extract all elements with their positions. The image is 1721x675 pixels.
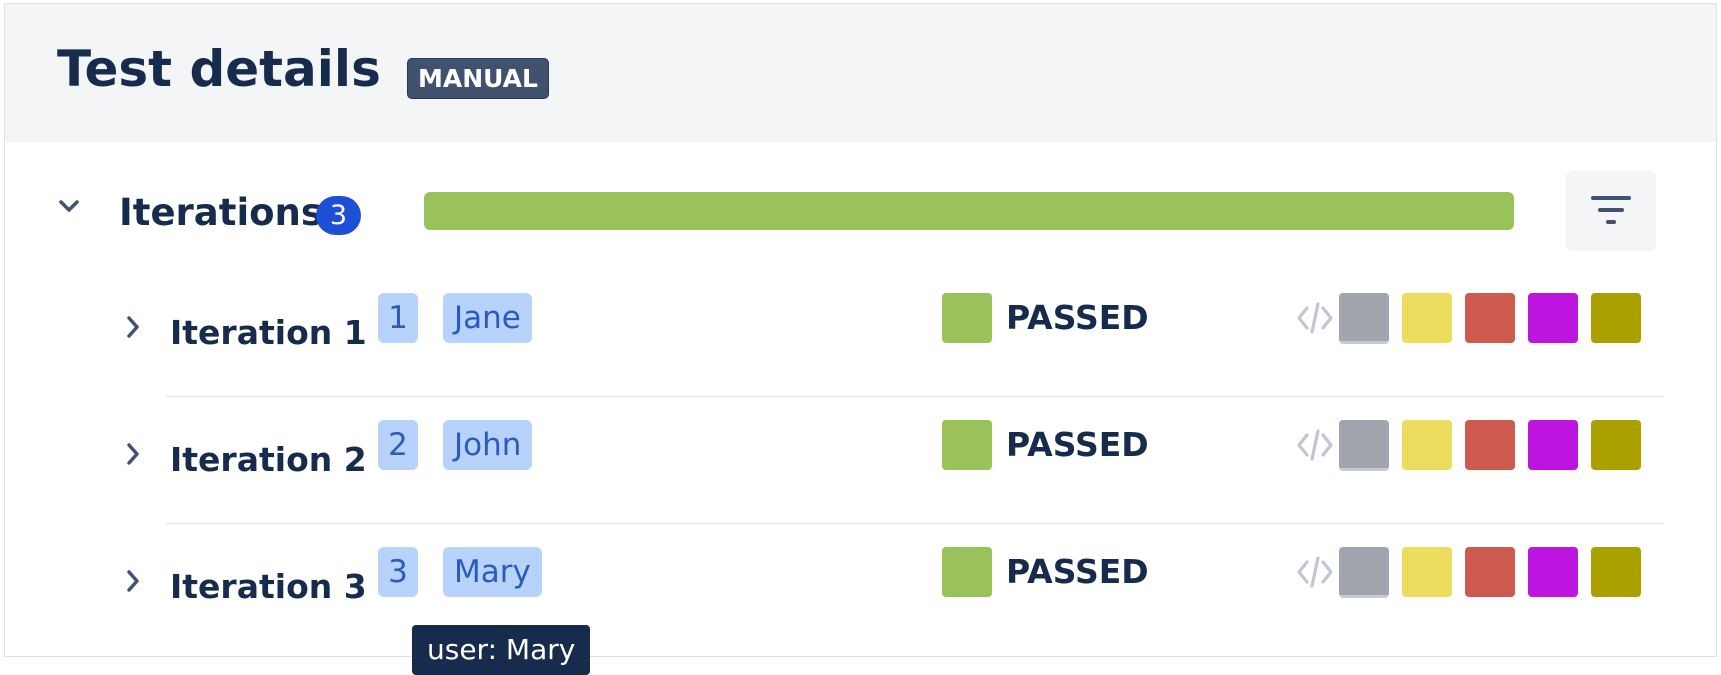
row-divider bbox=[165, 523, 1664, 524]
iteration-number-chip: 3 bbox=[378, 547, 418, 597]
status-swatch-button[interactable] bbox=[1339, 420, 1389, 471]
filter-button[interactable] bbox=[1566, 171, 1656, 251]
user-chip[interactable]: Jane bbox=[443, 293, 532, 343]
iteration-row[interactable]: Iteration 1 - 1 Jane PASSED bbox=[5, 268, 1716, 395]
iteration-title: Iteration 2 - bbox=[170, 440, 392, 479]
chevron-right-icon[interactable] bbox=[125, 568, 141, 598]
iterations-progress-bar bbox=[424, 192, 1514, 230]
chevron-down-icon[interactable] bbox=[58, 198, 80, 218]
page-title: Test details bbox=[57, 40, 381, 98]
iteration-title: Iteration 3 - bbox=[170, 567, 392, 606]
iteration-row[interactable]: Iteration 2 - 2 John PASSED bbox=[5, 395, 1716, 522]
iteration-row[interactable]: Iteration 3 - 3 Mary PASSED bbox=[5, 522, 1716, 649]
code-icon[interactable] bbox=[1295, 425, 1335, 469]
status-swatch-button[interactable] bbox=[1402, 293, 1452, 343]
status-swatch-button[interactable] bbox=[1591, 420, 1641, 470]
test-type-badge: MANUAL bbox=[407, 58, 549, 99]
status-swatch-button[interactable] bbox=[1528, 293, 1578, 343]
status-swatch-button[interactable] bbox=[1339, 293, 1389, 344]
status-color-swatch bbox=[942, 420, 992, 470]
iteration-title: Iteration 1 - bbox=[170, 313, 392, 352]
progress-fill bbox=[424, 192, 1514, 230]
user-tooltip: user: Mary bbox=[412, 625, 591, 675]
code-icon[interactable] bbox=[1295, 298, 1335, 342]
filter-icon bbox=[1591, 196, 1631, 224]
row-divider bbox=[165, 396, 1664, 397]
status-swatch-button[interactable] bbox=[1591, 547, 1641, 597]
status-swatch-button[interactable] bbox=[1402, 547, 1452, 597]
code-icon[interactable] bbox=[1295, 552, 1335, 596]
status-swatch-button[interactable] bbox=[1339, 547, 1389, 598]
iteration-number-chip: 2 bbox=[378, 420, 418, 470]
status-swatch-button[interactable] bbox=[1528, 420, 1578, 470]
iterations-heading: Iterations bbox=[119, 191, 323, 234]
status-swatch-button[interactable] bbox=[1591, 293, 1641, 343]
status-label: PASSED bbox=[1006, 425, 1149, 464]
status-swatch-button[interactable] bbox=[1465, 420, 1515, 470]
status-color-swatch bbox=[942, 293, 992, 343]
status-label: PASSED bbox=[1006, 552, 1149, 591]
chevron-right-icon[interactable] bbox=[125, 314, 141, 344]
panel-header: Test details MANUAL bbox=[5, 4, 1716, 142]
chevron-right-icon[interactable] bbox=[125, 441, 141, 471]
test-details-panel: Test details MANUAL Iterations 3 Iterati… bbox=[4, 3, 1717, 675]
status-swatch-button[interactable] bbox=[1528, 547, 1578, 597]
status-color-swatch bbox=[942, 547, 992, 597]
user-chip[interactable]: Mary bbox=[443, 547, 542, 597]
status-swatch-button[interactable] bbox=[1465, 547, 1515, 597]
status-label: PASSED bbox=[1006, 298, 1149, 337]
iteration-number-chip: 1 bbox=[378, 293, 418, 343]
status-swatch-button[interactable] bbox=[1465, 293, 1515, 343]
iterations-count-badge: 3 bbox=[316, 196, 361, 235]
status-swatch-button[interactable] bbox=[1402, 420, 1452, 470]
user-chip[interactable]: John bbox=[443, 420, 533, 470]
